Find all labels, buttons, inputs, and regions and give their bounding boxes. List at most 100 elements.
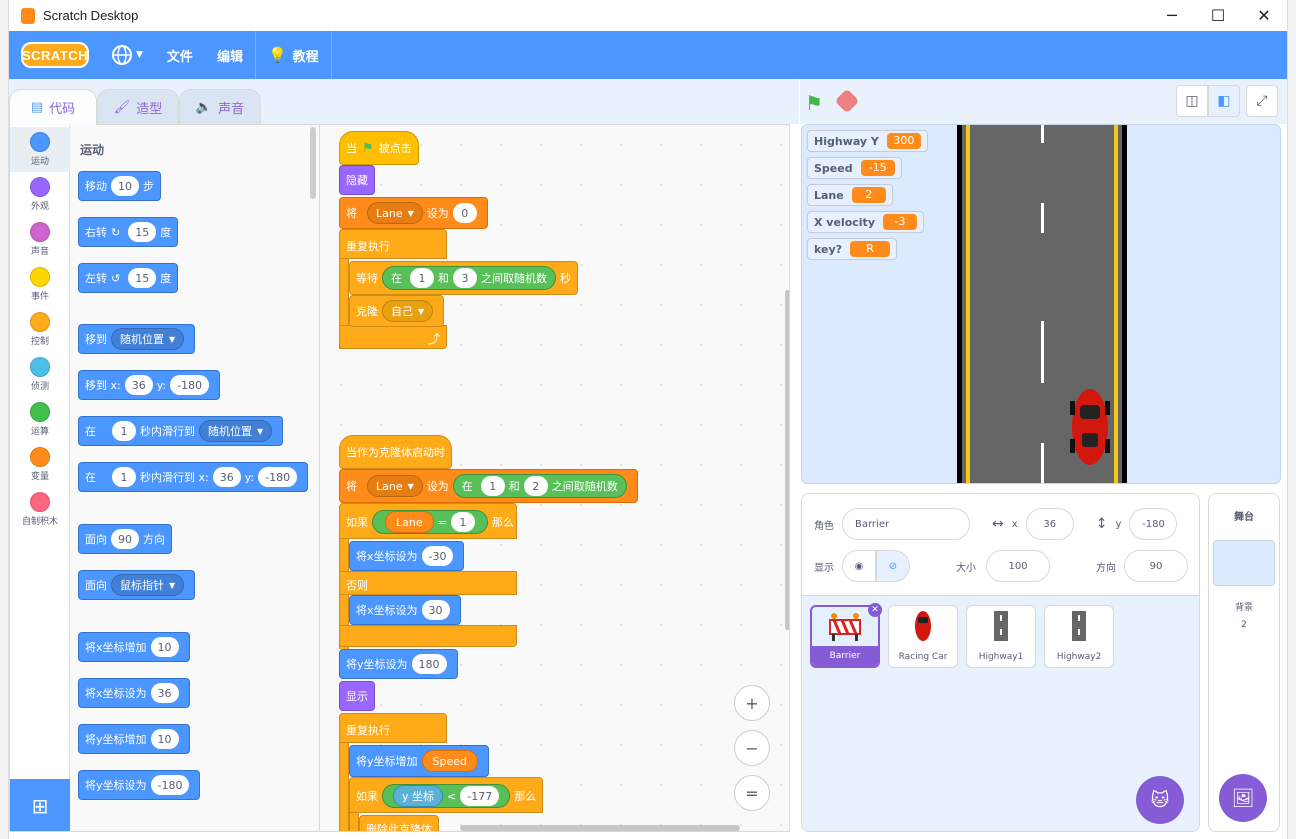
monitor-x-velocity[interactable]: X velocity -3	[807, 211, 924, 233]
category-myblocks[interactable]: 自制积木	[10, 487, 70, 532]
tab-costumes[interactable]: 🖌 造型	[97, 89, 179, 125]
palette-scrollbar[interactable]	[310, 127, 316, 199]
block-clone[interactable]: 克隆 自己 ▼	[349, 295, 445, 327]
block-input[interactable]: 1	[450, 512, 475, 532]
stop-icon[interactable]	[834, 88, 860, 114]
block-set-x[interactable]: 将x坐标设为 30	[349, 595, 461, 625]
block-if-else[interactable]: 如果 Lane = 1 那么	[339, 503, 517, 539]
sprite-tile-racing-car[interactable]: Racing Car	[888, 605, 958, 668]
block-input[interactable]: 180	[411, 654, 447, 674]
block-input[interactable]: 30	[421, 600, 450, 620]
sprite-tile-barrier[interactable]: Barrier ✕	[810, 603, 882, 668]
monitor-speed[interactable]: Speed -15	[807, 157, 902, 179]
block-input[interactable]: -180	[150, 775, 190, 795]
block-input[interactable]: 90	[111, 529, 139, 549]
sprite-name-input[interactable]: Barrier	[842, 508, 970, 540]
tab-sounds[interactable]: 🔈 声音	[179, 89, 261, 125]
block-input[interactable]: 0	[452, 203, 477, 223]
tab-code[interactable]: ▤ 代码	[9, 89, 97, 125]
tutorials-menu[interactable]: 💡 教程	[256, 31, 331, 79]
block-input[interactable]: -180	[258, 467, 298, 487]
show-visible-button[interactable]: ◉	[842, 550, 876, 582]
clone-dropdown[interactable]: 自己 ▼	[382, 300, 434, 322]
less-than-operator[interactable]: y 坐标 < -177	[382, 784, 511, 808]
block-input[interactable]: 10	[150, 729, 179, 749]
block-set-y[interactable]: 将y坐标设为 180	[339, 649, 458, 679]
category-motion[interactable]: 运动	[10, 127, 70, 172]
stage-thumbnail[interactable]	[1213, 540, 1275, 586]
green-flag-icon[interactable]: ⚑	[805, 91, 823, 115]
block-point-direction[interactable]: 面向 90 方向	[78, 524, 172, 554]
y-position-reporter[interactable]: y 坐标	[393, 785, 444, 807]
category-variables[interactable]: 变量	[10, 442, 70, 487]
random-operator[interactable]: 在 1 和 3 之间取随机数	[382, 266, 556, 290]
block-glide-xy[interactable]: 在 1 秒内滑行到 x: 36 y: -180	[78, 462, 309, 492]
add-backdrop-button[interactable]: 🖼	[1219, 774, 1267, 822]
y-input[interactable]: -180	[1129, 508, 1178, 540]
block-forever[interactable]: 重复执行	[339, 229, 447, 259]
block-input[interactable]: -177	[460, 786, 500, 806]
block-if[interactable]: 如果 y 坐标 < -177 那么	[349, 777, 543, 813]
block-input[interactable]: 10	[150, 637, 179, 657]
add-extension-button[interactable]: ⊞	[10, 779, 70, 831]
block-input[interactable]: 36	[212, 467, 241, 487]
equals-operator[interactable]: Lane = 1	[372, 510, 488, 534]
block-change-x[interactable]: 将x坐标增加 10	[78, 632, 190, 662]
category-operators[interactable]: 运算	[10, 397, 70, 442]
x-input[interactable]: 36	[1025, 508, 1074, 540]
block-set-variable[interactable]: 将 Lane ▼ 设为 0	[339, 197, 488, 229]
small-stage-button[interactable]: ◫	[1176, 85, 1208, 117]
delete-sprite-icon[interactable]: ✕	[868, 603, 882, 617]
monitor-lane[interactable]: Lane 2	[807, 184, 893, 206]
block-set-y[interactable]: 将y坐标设为 -180	[78, 770, 201, 800]
zoom-reset-button[interactable]: =	[734, 775, 770, 811]
minimize-button[interactable]: ─	[1149, 0, 1195, 31]
block-dropdown[interactable]: 鼠标指针 ▼	[111, 574, 185, 596]
horizontal-scrollbar[interactable]	[460, 825, 740, 831]
maximize-button[interactable]: ☐	[1195, 0, 1241, 31]
variable-dropdown[interactable]: Lane ▼	[367, 202, 423, 224]
language-menu[interactable]: ▼	[99, 31, 155, 79]
block-goto-xy[interactable]: 移到 x: 36 y: -180	[78, 370, 221, 400]
block-turn-right[interactable]: 右转 ↻ 15 度	[78, 217, 179, 247]
zoom-out-button[interactable]: −	[734, 730, 770, 766]
zoom-in-button[interactable]: +	[734, 685, 770, 721]
close-button[interactable]: ✕	[1241, 0, 1287, 31]
direction-input[interactable]: 90	[1124, 550, 1188, 582]
file-menu[interactable]: 文件	[155, 31, 205, 79]
block-delete-clone[interactable]: 删除此克隆体	[359, 815, 439, 831]
sprite-tile-highway2[interactable]: Highway2	[1044, 605, 1114, 668]
block-input[interactable]: 15	[128, 268, 157, 288]
block-input[interactable]: 3	[453, 268, 477, 288]
block-input[interactable]: 2	[523, 476, 548, 496]
variable-reporter[interactable]: Lane	[385, 511, 434, 533]
block-show[interactable]: 显示	[339, 681, 375, 711]
block-hide[interactable]: 隐藏	[339, 165, 375, 195]
monitor-key[interactable]: key? R	[807, 238, 898, 260]
edit-menu[interactable]: 编辑	[205, 31, 255, 79]
block-input[interactable]: 1	[410, 268, 434, 288]
block-goto[interactable]: 移到 随机位置 ▼	[78, 324, 196, 354]
random-operator[interactable]: 在 1 和 2 之间取随机数	[452, 474, 627, 498]
monitor-highway-y[interactable]: Highway Y 300	[807, 130, 928, 152]
block-input[interactable]: -30	[421, 546, 454, 566]
category-sound[interactable]: 声音	[10, 217, 70, 262]
variable-reporter[interactable]: Speed	[421, 750, 478, 772]
category-events[interactable]: 事件	[10, 262, 70, 307]
block-wait[interactable]: 等待在 1 和 3 之间取随机数秒	[349, 261, 578, 295]
block-input[interactable]: 15	[128, 222, 157, 242]
block-input[interactable]: 1	[112, 421, 136, 441]
block-when-clone-starts[interactable]: 当作为克隆体启动时	[339, 435, 452, 469]
category-sensing[interactable]: 侦测	[10, 352, 70, 397]
block-change-y[interactable]: 将y坐标增加 Speed	[349, 745, 489, 777]
size-input[interactable]: 100	[986, 550, 1050, 582]
stage[interactable]: Highway Y 300 Speed -15 Lane 2 X velocity -3…	[801, 124, 1281, 484]
block-change-y[interactable]: 将y坐标增加 10	[78, 724, 190, 754]
block-set-x[interactable]: 将x坐标设为 -30	[349, 541, 465, 571]
block-move[interactable]: 移动 10 步	[78, 171, 161, 201]
stage-panel[interactable]: 舞台 背景 2 🖼	[1208, 493, 1280, 832]
block-dropdown[interactable]: 随机位置 ▼	[199, 420, 273, 442]
block-point-towards[interactable]: 面向 鼠标指针 ▼	[78, 570, 196, 600]
variable-dropdown[interactable]: Lane ▼	[367, 475, 423, 497]
fullscreen-button[interactable]: ⤢	[1246, 85, 1278, 117]
